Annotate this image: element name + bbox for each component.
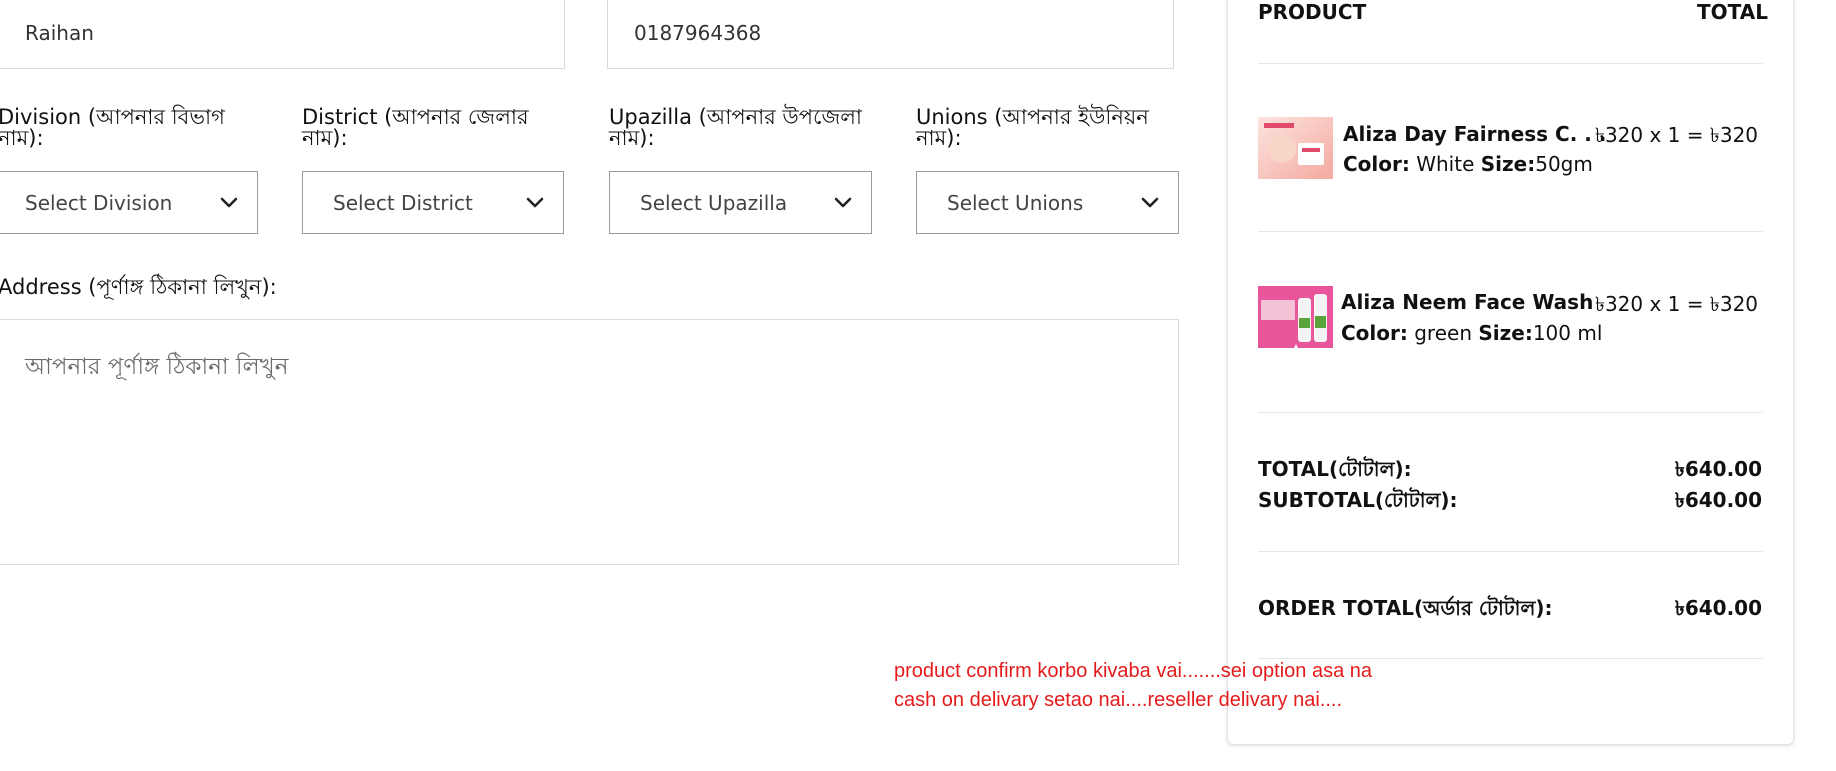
product-thumbnail (1258, 286, 1333, 348)
district-select[interactable]: Select District (302, 171, 564, 234)
unions-label: Unions (আপনার ইউনিয়ন নাম): (916, 105, 1149, 150)
annotation-note-line-1: product confirm korbo kivaba vai.......s… (894, 660, 1373, 682)
divider (1258, 231, 1763, 232)
product-attributes: Color: White Size:50gm (1343, 152, 1593, 176)
upazilla-select-value: Select Upazilla (640, 190, 788, 215)
address-textarea[interactable]: আপনার পূর্ণাঙ্গ ঠিকানা লিখুন (0, 319, 1179, 565)
divider (1258, 63, 1763, 64)
division-select-value: Select Division (25, 190, 173, 215)
phone-input[interactable]: 0187964368 (607, 0, 1174, 69)
chevron-down-icon (1141, 197, 1159, 207)
annotation-note-line-2: cash on delivary setao nai....reseller d… (894, 689, 1342, 711)
divider (1258, 658, 1763, 659)
product-name: Aliza Neem Face Wash (1341, 290, 1594, 314)
order-total-label: ORDER TOTAL(অর্ডার টোটাল): (1258, 596, 1553, 620)
upazilla-select[interactable]: Select Upazilla (609, 171, 872, 234)
name-input[interactable]: Raihan (0, 0, 565, 69)
product-price: ৳320 x 1 = ৳320 (1595, 123, 1759, 147)
total-label: TOTAL(টোটাল): (1258, 457, 1412, 481)
address-placeholder: আপনার পূর্ণাঙ্গ ঠিকানা লিখুন (25, 354, 289, 380)
chevron-down-icon (220, 197, 238, 207)
chevron-down-icon (834, 197, 852, 207)
upazilla-label: Upazilla (আপনার উপজেলা নাম): (609, 105, 863, 150)
product-thumbnail (1258, 117, 1333, 179)
chevron-down-icon (526, 197, 544, 207)
unions-select[interactable]: Select Unions (916, 171, 1179, 234)
order-total-value: ৳640.00 (1674, 596, 1762, 620)
division-label: Division (আপনার বিভাগ নাম): (0, 105, 225, 150)
divider (1258, 412, 1763, 413)
subtotal-value: ৳640.00 (1674, 488, 1762, 512)
product-price: ৳320 x 1 = ৳320 (1595, 292, 1759, 316)
summary-header-product: PRODUCT (1258, 0, 1367, 24)
subtotal-label: SUBTOTAL(টোটাল): (1258, 488, 1458, 512)
divider (1258, 551, 1763, 552)
phone-input-value: 0187964368 (634, 20, 762, 45)
division-select[interactable]: Select Division (0, 171, 258, 234)
summary-header-total: TOTAL (1697, 0, 1768, 24)
product-name: Aliza Day Fairness C. . . (1343, 122, 1607, 146)
district-select-value: Select District (333, 190, 473, 215)
total-value: ৳640.00 (1674, 457, 1762, 481)
name-input-value: Raihan (25, 20, 94, 45)
order-summary-panel (1227, 0, 1794, 745)
district-label: District (আপনার জেলার নাম): (302, 105, 529, 150)
address-label: Address (পূর্ণাঙ্গ ঠিকানা লিখুন): (0, 275, 277, 299)
unions-select-value: Select Unions (947, 190, 1084, 215)
product-attributes: Color: green Size:100 ml (1341, 321, 1603, 345)
